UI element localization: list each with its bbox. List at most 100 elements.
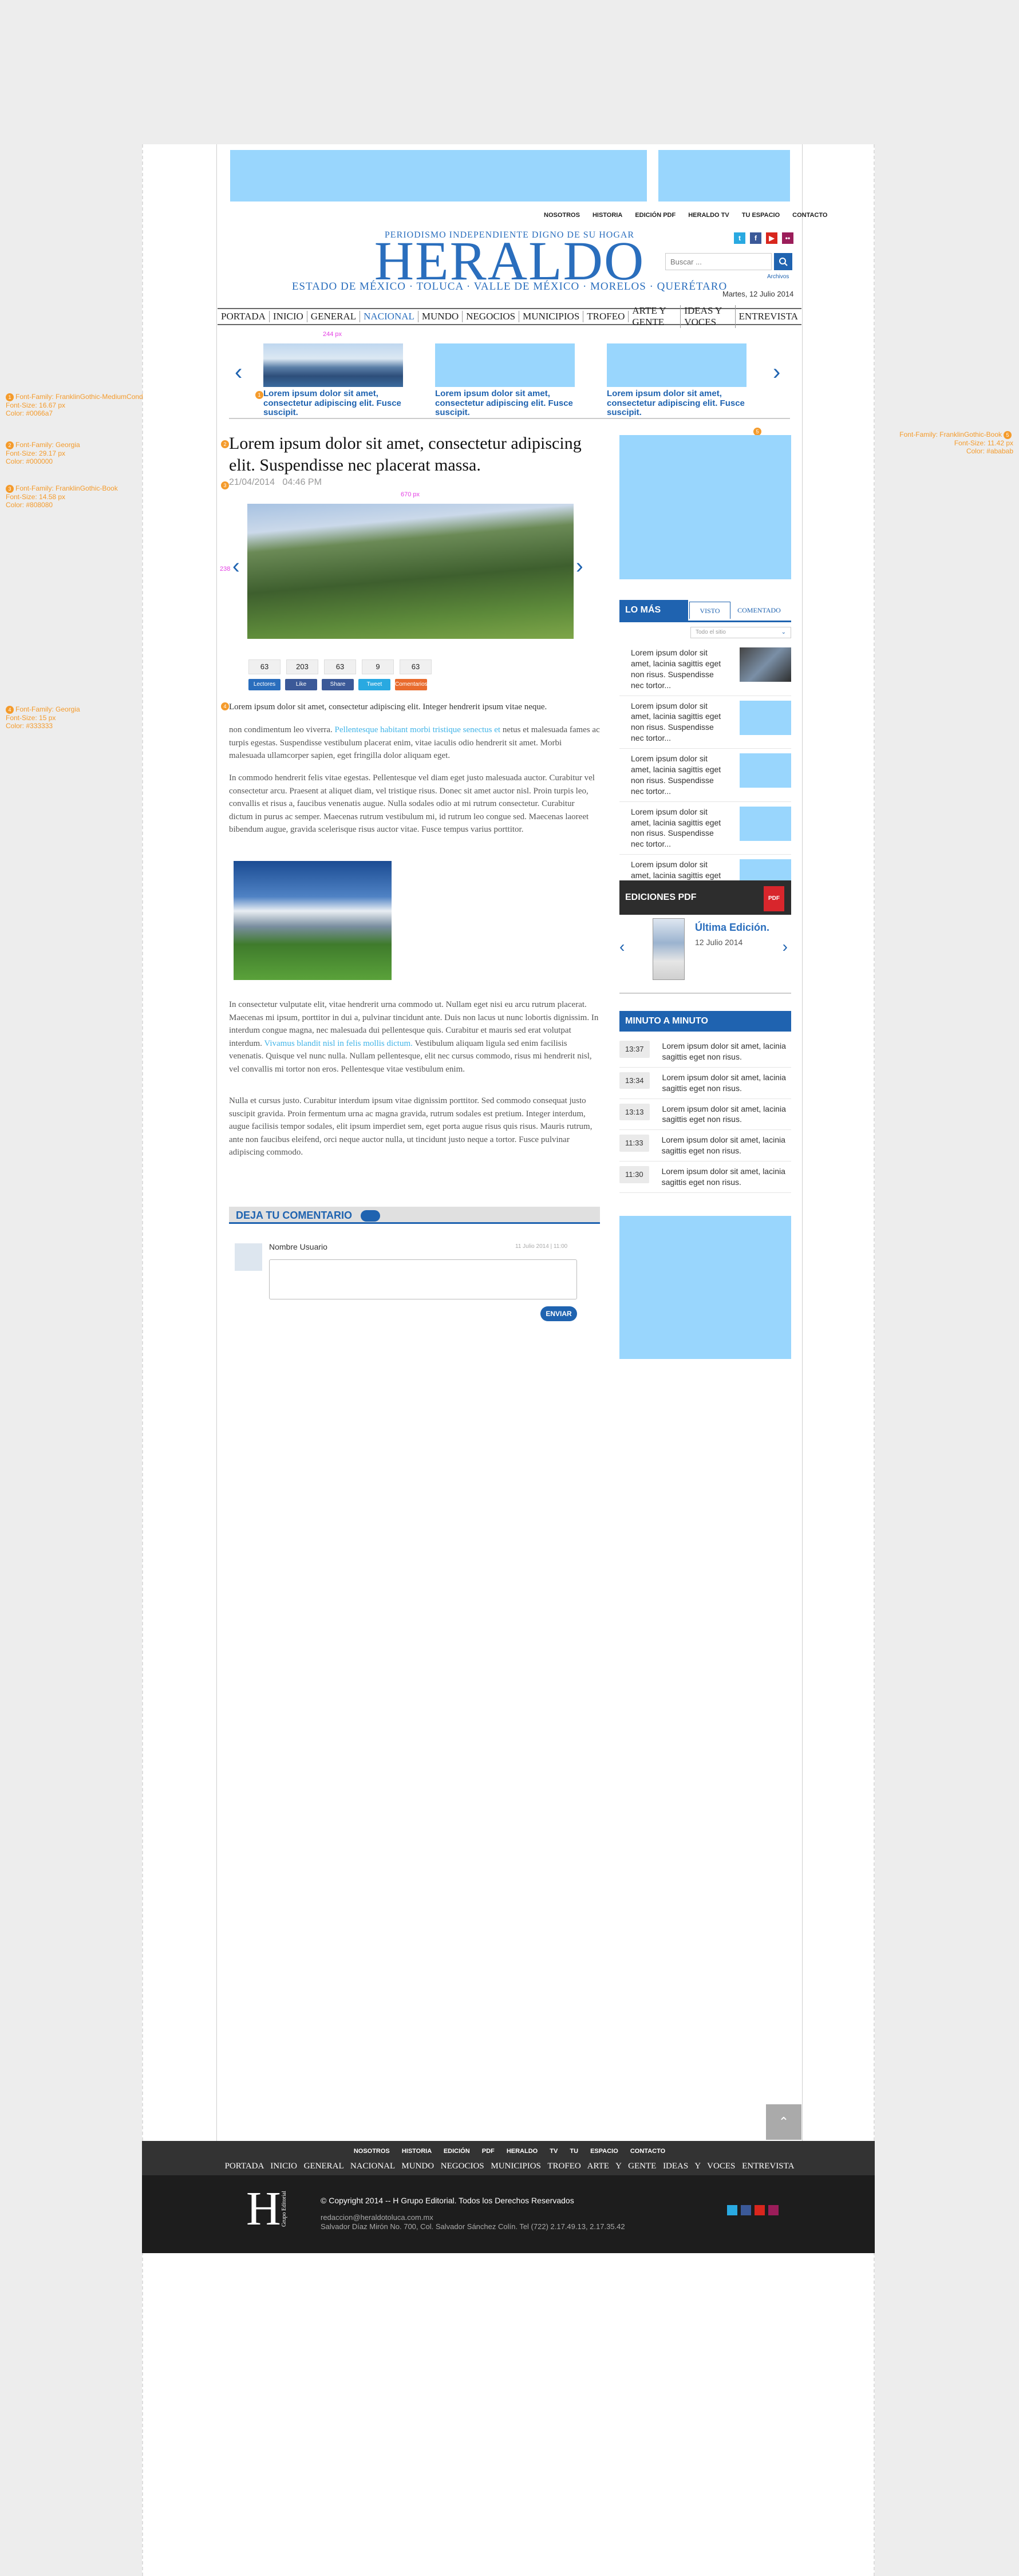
- search-input[interactable]: [665, 253, 772, 270]
- image-height-label: 238: [220, 566, 231, 572]
- nav-item[interactable]: GENERAL: [307, 311, 361, 322]
- article-inline-image[interactable]: [234, 861, 392, 980]
- filter-select[interactable]: Todo el sitio ⌄: [690, 627, 791, 638]
- footer-nav-item[interactable]: ENTREVISTA: [742, 2162, 794, 2171]
- speech-bubble-icon: [361, 1210, 381, 1222]
- minuto-widget: MINUTO A MINUTO 13:37 Lorem ipsum dolor s…: [619, 1011, 791, 1193]
- article-paragraph: Nulla et cursus justo. Curabitur interdu…: [229, 1096, 593, 1157]
- footer-nav-item[interactable]: MUNICIPIOS: [491, 2162, 541, 2171]
- tweet-button[interactable]: Tweet: [358, 679, 390, 690]
- nav-item[interactable]: ARTE Y GENTE: [629, 305, 681, 328]
- footer-nav-item[interactable]: ARTE Y GENTE: [587, 2162, 657, 2171]
- lo-mas-widget: LO MÁS VISTO COMENTADO Todo el sitio ⌄ Lo…: [619, 600, 791, 908]
- comment-textarea[interactable]: [269, 1259, 577, 1299]
- facebook-like-button[interactable]: Like: [285, 679, 317, 690]
- minuto-header: MINUTO A MINUTO: [619, 1011, 791, 1032]
- back-to-top-button[interactable]: ⌃: [766, 2104, 801, 2140]
- footer-logo[interactable]: H Grupo Editorial: [246, 2184, 301, 2234]
- footer-nav-item[interactable]: NEGOCIOS: [441, 2162, 484, 2171]
- nav-item[interactable]: NEGOCIOS: [463, 311, 520, 322]
- top-link[interactable]: NOSOTROS: [544, 212, 580, 219]
- search-button[interactable]: [774, 253, 792, 270]
- footer-email[interactable]: redaccion@heraldotoluca.com.mx: [321, 2213, 433, 2222]
- article-hero-image[interactable]: [247, 504, 574, 639]
- pdf-title[interactable]: Última Edición.: [695, 922, 769, 934]
- footer-address: Salvador Díaz Mirón No. 700, Col. Salvad…: [321, 2222, 625, 2231]
- nav-item[interactable]: INICIO: [270, 311, 307, 322]
- carousel-item[interactable]: Lorem ipsum dolor sit amet, consectetur …: [607, 343, 747, 418]
- share-count: 63: [324, 659, 356, 674]
- inline-link[interactable]: Vivamus blandit nisl in felis mollis dic…: [264, 1039, 413, 1048]
- minute-item[interactable]: 11:33 Lorem ipsum dolor sit amet, lacinia…: [619, 1130, 791, 1162]
- facebook-icon[interactable]: [741, 2205, 751, 2215]
- inline-link[interactable]: Pellentesque habitant morbi tristique se…: [335, 725, 501, 734]
- sidebar-ad-bottom[interactable]: [619, 1216, 791, 1359]
- footer-link[interactable]: HERALDO TV: [507, 2148, 558, 2155]
- footer-nav-item[interactable]: INICIO: [270, 2162, 297, 2171]
- reaction-counters: 63 203 63 9 63: [248, 659, 432, 674]
- footer-nav-item[interactable]: TROFEO: [547, 2162, 580, 2171]
- footer-link[interactable]: TU ESPACIO: [570, 2148, 618, 2155]
- footer-link[interactable]: EDICIÓN PDF: [444, 2148, 495, 2155]
- minute-item[interactable]: 13:13 Lorem ipsum dolor sit amet, lacinia…: [619, 1099, 791, 1131]
- top-link[interactable]: HISTORIA: [593, 212, 622, 219]
- hero-prev-arrow[interactable]: ‹: [232, 554, 240, 579]
- search-icon: [779, 258, 788, 266]
- carousel-prev-arrow[interactable]: ‹: [235, 359, 242, 385]
- facebook-share-button[interactable]: Share: [322, 679, 354, 690]
- nav-item[interactable]: IDEAS Y VOCES: [681, 305, 736, 328]
- chevron-down-icon: ⌄: [781, 629, 786, 635]
- carousel-caption: Lorem ipsum dolor sit amet, consectetur …: [435, 389, 573, 417]
- footer-link[interactable]: CONTACTO: [630, 2148, 665, 2155]
- nav-item[interactable]: MUNDO: [418, 311, 463, 322]
- minute-item[interactable]: 13:37 Lorem ipsum dolor sit amet, lacinia…: [619, 1036, 791, 1068]
- nav-item[interactable]: PORTADA: [218, 311, 270, 322]
- list-item[interactable]: Lorem ipsum dolor sit amet, lacinia sagi…: [619, 643, 791, 696]
- footer-nav-item[interactable]: GENERAL: [304, 2162, 343, 2171]
- list-item[interactable]: Lorem ipsum dolor sit amet, lacinia sagi…: [619, 749, 791, 802]
- pdf-cover-thumbnail[interactable]: [653, 918, 685, 980]
- top-square-ad[interactable]: [658, 150, 790, 202]
- comments-button[interactable]: Comentarios: [395, 679, 428, 690]
- readers-button[interactable]: Lectores: [248, 679, 281, 690]
- pdf-prev-arrow[interactable]: ‹: [619, 938, 625, 956]
- nav-item-active[interactable]: NACIONAL: [360, 311, 418, 322]
- top-link[interactable]: HERALDO TV: [688, 212, 729, 219]
- carousel-item[interactable]: Lorem ipsum dolor sit amet, consectetur …: [435, 343, 575, 418]
- hero-next-arrow[interactable]: ›: [576, 554, 583, 579]
- minute-item[interactable]: 13:34 Lorem ipsum dolor sit amet, lacinia…: [619, 1068, 791, 1099]
- footer-nav-item[interactable]: PORTADA: [225, 2162, 264, 2171]
- twitter-icon[interactable]: [727, 2205, 737, 2215]
- archive-link[interactable]: Archivos: [767, 274, 789, 280]
- flickr-icon[interactable]: [768, 2205, 779, 2215]
- top-link[interactable]: TU ESPACIO: [742, 212, 780, 219]
- header-date: Martes, 12 Julio 2014: [722, 290, 794, 298]
- carousel-next-arrow[interactable]: ›: [773, 359, 780, 385]
- annotation-marker: 1: [255, 390, 265, 399]
- nav-item[interactable]: MUNICIPIOS: [519, 311, 584, 322]
- footer-nav-item[interactable]: MUNDO: [401, 2162, 434, 2171]
- list-item[interactable]: Lorem ipsum dolor sit amet, lacinia sagi…: [619, 696, 791, 749]
- carousel-divider: [229, 418, 790, 419]
- carousel-item[interactable]: Lorem ipsum dolor sit amet, consectetur …: [263, 343, 403, 418]
- nav-item[interactable]: TROFEO: [583, 311, 629, 322]
- minute-item[interactable]: 11:30 Lorem ipsum dolor sit amet, lacinia…: [619, 1161, 791, 1193]
- nav-item[interactable]: ENTREVISTA: [736, 311, 801, 322]
- pdf-next-arrow[interactable]: ›: [783, 938, 788, 956]
- tweet-count: 9: [362, 659, 394, 674]
- sidebar-ad-top[interactable]: [619, 435, 791, 579]
- footer-nav-item[interactable]: NACIONAL: [350, 2162, 395, 2171]
- top-link[interactable]: EDICIÓN PDF: [635, 212, 676, 219]
- top-banner-ad[interactable]: [230, 150, 647, 202]
- list-item[interactable]: Lorem ipsum dolor sit amet, lacinia sagi…: [619, 802, 791, 855]
- tab-visto[interactable]: VISTO: [689, 602, 730, 619]
- tab-comentado[interactable]: COMENTADO: [730, 602, 788, 619]
- like-count[interactable]: 203: [286, 659, 318, 674]
- article-title: Lorem ipsum dolor sit amet, consectetur …: [229, 434, 582, 475]
- footer-link[interactable]: HISTORIA: [402, 2148, 432, 2155]
- submit-comment-button[interactable]: ENVIAR: [540, 1306, 577, 1321]
- youtube-icon[interactable]: [755, 2205, 765, 2215]
- footer-link[interactable]: NOSOTROS: [354, 2148, 390, 2155]
- footer-nav-item[interactable]: IDEAS Y VOCES: [663, 2162, 735, 2171]
- top-link[interactable]: CONTACTO: [792, 212, 827, 219]
